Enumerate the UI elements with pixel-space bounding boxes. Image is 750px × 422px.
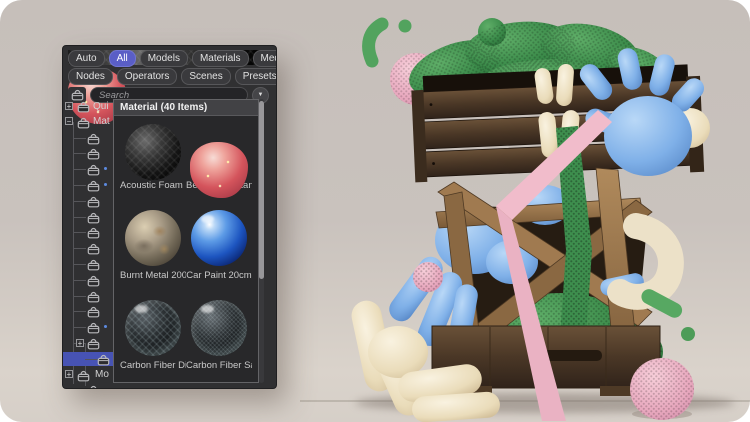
tree-item-label: Mo	[95, 369, 109, 380]
basket-icon	[87, 212, 100, 224]
material-thumbnail-carbon-satin	[191, 300, 247, 356]
tab-media[interactable]: Media	[253, 50, 277, 67]
tree-item[interactable]	[63, 146, 113, 160]
tree-item[interactable]	[63, 210, 113, 224]
material-label: Burnt Metal 200…	[120, 270, 186, 281]
scrollbar-track[interactable]	[259, 99, 264, 383]
basket-icon	[87, 243, 100, 255]
marketing-screenshot: Auto All Models Materials Media Nodes Op…	[0, 0, 750, 422]
basket-icon	[87, 275, 100, 287]
basket-icon	[97, 354, 110, 366]
material-thumbnail-burnt-metal	[125, 210, 181, 266]
material-item[interactable]: Carbon Fiber Sat…	[186, 300, 252, 371]
tree-connector	[73, 280, 86, 281]
basket-icon	[77, 117, 90, 129]
material-thumbnail-car-paint	[191, 210, 247, 266]
tree-item-label: Mat	[93, 116, 110, 127]
material-item[interactable]: Acoustic Foam 8…	[120, 120, 186, 191]
tree-item[interactable]: +	[63, 336, 113, 350]
material-grid-panel: Material (40 Items) Acoustic Foam 8… Bea…	[113, 99, 259, 383]
tab-models[interactable]: Models	[140, 50, 188, 67]
material-label: Car Paint 20cm	[186, 270, 252, 281]
tree-connector	[73, 217, 86, 218]
tab-materials[interactable]: Materials	[192, 50, 249, 67]
tree-connector	[73, 201, 86, 202]
scrollbar-thumb[interactable]	[259, 101, 264, 279]
tab-operators[interactable]: Operators	[117, 68, 177, 85]
basket-icon	[87, 306, 100, 318]
tree-item-label: Qui	[93, 101, 109, 112]
tree-item[interactable]	[63, 304, 113, 318]
tree-item[interactable]	[63, 289, 113, 303]
basket-icon	[87, 259, 100, 271]
tree-item[interactable]	[63, 178, 113, 192]
tree-connector	[73, 248, 86, 249]
tab-scenes[interactable]: Scenes	[181, 68, 230, 85]
tree-connector	[73, 327, 86, 328]
tree-item[interactable]	[63, 162, 113, 176]
asset-tree: + Qui − Mat + + Mo	[63, 46, 113, 388]
material-label: Carbon Fiber Sat…	[186, 360, 252, 371]
tree-item[interactable]	[63, 273, 113, 287]
basket-icon	[87, 133, 100, 145]
tree-item[interactable]	[63, 194, 113, 208]
expand-icon[interactable]: +	[65, 370, 73, 378]
tree-item-mat[interactable]: − Mat	[63, 115, 113, 129]
tree-item[interactable]	[63, 241, 113, 255]
basket-icon	[87, 322, 100, 334]
basket-icon	[77, 101, 90, 113]
grid-header: Material (40 Items)	[114, 100, 258, 116]
basket-icon	[87, 164, 100, 176]
tree-connector	[73, 232, 86, 233]
green-bean-shapes	[369, 20, 412, 62]
basket-icon	[87, 338, 100, 350]
basket-icon	[87, 180, 100, 192]
pink-knit-ball-bottom	[630, 358, 694, 420]
tree-connector	[73, 138, 86, 139]
tree-connector	[73, 185, 86, 186]
state-dot	[104, 325, 107, 328]
tree-item[interactable]	[63, 257, 113, 271]
tree-item[interactable]	[63, 225, 113, 239]
material-label: Carbon Fiber Di…	[120, 360, 186, 371]
tab-presets[interactable]: Presets	[235, 68, 277, 85]
collapse-icon[interactable]: −	[65, 117, 73, 125]
pink-ball-small	[413, 262, 443, 292]
asset-browser-panel: Auto All Models Materials Media Nodes Op…	[62, 45, 277, 389]
tree-connector	[73, 153, 86, 154]
basket-icon	[87, 291, 100, 303]
material-item[interactable]: Burnt Metal 200…	[120, 210, 186, 281]
material-item[interactable]: Carbon Fiber Di…	[120, 300, 186, 371]
expand-icon[interactable]: +	[76, 339, 84, 347]
material-thumbnail-beading	[190, 142, 248, 198]
tree-connector	[73, 264, 86, 265]
material-thumbnail-acoustic-foam	[125, 124, 181, 180]
tree-item-qui[interactable]: + Qui	[63, 99, 113, 113]
basket-icon	[87, 196, 100, 208]
expand-icon[interactable]: +	[65, 102, 73, 110]
tree-connector	[73, 296, 86, 297]
material-label: Acoustic Foam 8…	[120, 180, 186, 191]
material-item[interactable]: Car Paint 20cm	[186, 210, 252, 281]
tree-item[interactable]	[63, 131, 113, 145]
tree-connector	[73, 311, 86, 312]
basket-icon	[77, 370, 90, 382]
basket-icon	[87, 227, 100, 239]
tree-item[interactable]	[63, 352, 113, 366]
basket-icon	[87, 148, 100, 160]
tree-item[interactable]	[63, 383, 113, 389]
tree-item[interactable]	[63, 320, 113, 334]
material-thumbnail-carbon-diamond	[125, 300, 181, 356]
tree-connector	[73, 169, 86, 170]
state-dot	[104, 183, 107, 186]
material-item[interactable]: Beading Rectan…	[186, 120, 252, 191]
state-dot	[104, 167, 107, 170]
tree-item-mo[interactable]: + Mo	[63, 368, 113, 382]
basket-icon	[87, 385, 100, 389]
